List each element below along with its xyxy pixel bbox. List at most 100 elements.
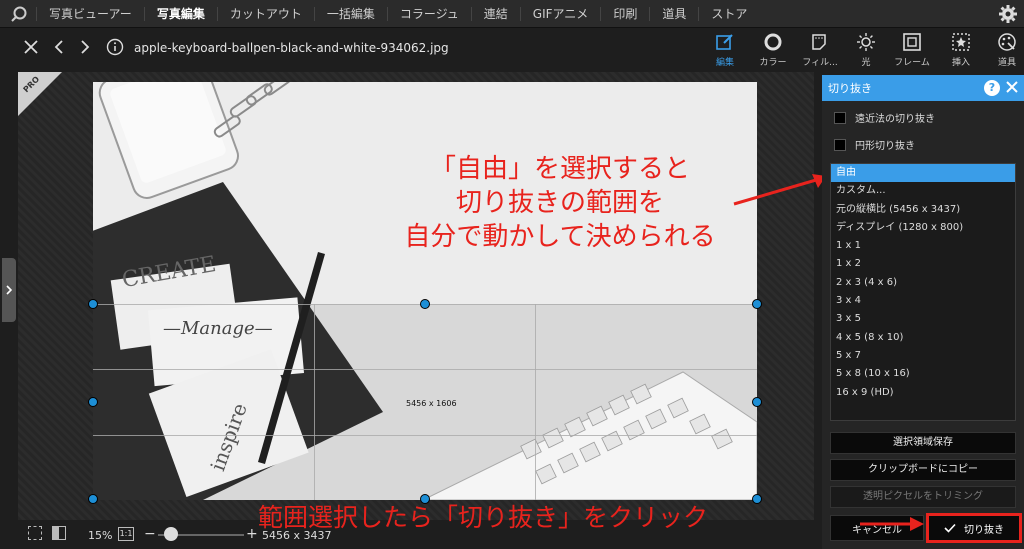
tool-color[interactable]: カラー — [750, 32, 796, 68]
ratio-5x8[interactable]: 5 x 8 (10 x 16) — [831, 365, 1015, 383]
crop-grid-line — [93, 435, 757, 436]
checkbox-box[interactable] — [834, 111, 846, 124]
crop-label: 切り抜き — [964, 524, 1004, 536]
sun-icon — [857, 33, 875, 51]
perspective-crop-checkbox[interactable]: 遠近法の切り抜き — [834, 110, 935, 125]
ratio-4x5[interactable]: 4 x 5 (8 x 10) — [831, 329, 1015, 347]
tool-light[interactable]: 光 — [843, 32, 889, 68]
top-menu-bar: 写真ビューアー 写真編集 カットアウト 一括編集 コラージュ 連結 GIFアニメ… — [0, 0, 1024, 28]
tool-edit-label: 編集 — [715, 58, 734, 68]
zoom-out-button[interactable]: − — [144, 526, 156, 542]
tool-tools[interactable]: 道具 — [984, 32, 1024, 68]
selection-icon[interactable] — [28, 526, 42, 540]
insert-icon — [952, 33, 970, 51]
prev-image-icon[interactable] — [48, 36, 70, 58]
tool-insert[interactable]: 挿入 — [938, 32, 984, 68]
menu-gif[interactable]: GIFアニメ — [519, 6, 601, 21]
menu-combine[interactable]: 連結 — [470, 6, 520, 21]
crop-handle-bottom-right[interactable] — [752, 494, 762, 504]
compare-icon[interactable] — [52, 526, 66, 540]
tool-filter[interactable]: フィル... — [797, 32, 843, 68]
save-selection-button[interactable]: 選択領域保存 — [830, 432, 1016, 454]
help-icon[interactable]: ? — [984, 80, 1000, 96]
edited-photo: CREATE —Manage— inspire — [93, 82, 757, 500]
crop-handle-left[interactable] — [88, 397, 98, 407]
annotation-bottom: 範囲選択したら「切り抜き」をクリック — [258, 503, 709, 532]
crop-grid-line — [535, 304, 536, 500]
tool-edit[interactable]: 編集 — [702, 32, 748, 68]
tool-frame-label: フレーム — [894, 58, 930, 68]
crop-handle-top-right[interactable] — [752, 299, 762, 309]
menu-cutout[interactable]: カットアウト — [216, 6, 314, 21]
color-icon — [764, 33, 782, 51]
crop-handle-top[interactable] — [420, 299, 430, 309]
close-icon[interactable] — [20, 36, 42, 58]
perspective-crop-label: 遠近法の切り抜き — [855, 114, 935, 125]
keyboard — [422, 371, 757, 500]
annotation-arrow-icon — [860, 517, 924, 531]
menu-tools[interactable]: 道具 — [649, 6, 698, 21]
crop-button[interactable]: 切り抜き — [926, 513, 1022, 543]
crop-size-label: 5456 x 1606 — [406, 399, 457, 408]
crop-handle-bottom-left[interactable] — [88, 494, 98, 504]
circle-crop-checkbox[interactable]: 円形切り抜き — [834, 137, 915, 152]
crop-panel-header: 切り抜き ? — [822, 75, 1024, 101]
circle-crop-label: 円形切り抜き — [855, 141, 915, 152]
trim-transparent-button[interactable]: 透明ピクセルをトリミング — [830, 486, 1016, 508]
expand-side-panel-button[interactable] — [2, 258, 16, 322]
annotation-line-3: 自分で動かして決められる — [404, 222, 716, 252]
ratio-5x7[interactable]: 5 x 7 — [831, 347, 1015, 365]
tool-filter-label: フィル... — [802, 58, 838, 68]
ratio-1x2[interactable]: 1 x 2 — [831, 255, 1015, 273]
menu-print[interactable]: 印刷 — [600, 6, 649, 21]
next-image-icon[interactable] — [74, 36, 96, 58]
ratio-1x1[interactable]: 1 x 1 — [831, 237, 1015, 255]
annotation-line-2: 切り抜きの範囲を — [455, 188, 664, 218]
ratio-free[interactable]: 自由 — [831, 164, 1015, 183]
palette-icon — [998, 33, 1016, 51]
tool-color-label: カラー — [759, 58, 787, 68]
copy-to-clipboard-button[interactable]: クリップボードにコピー — [830, 459, 1016, 481]
menu-photo-edit[interactable]: 写真編集 — [143, 6, 217, 21]
checkmark-icon — [944, 523, 956, 533]
svg-text:—Manage—: —Manage— — [163, 318, 273, 339]
menu-batch-edit[interactable]: 一括編集 — [313, 6, 387, 21]
ratio-3x5[interactable]: 3 x 5 — [831, 310, 1015, 328]
menu-store[interactable]: ストア — [698, 6, 759, 21]
ratio-3x4[interactable]: 3 x 4 — [831, 292, 1015, 310]
tool-insert-label: 挿入 — [951, 58, 970, 68]
crop-panel-title: 切り抜き — [828, 82, 872, 95]
chevron-right-icon — [6, 285, 13, 295]
zoom-in-button[interactable]: + — [246, 526, 258, 542]
checkbox-box[interactable] — [834, 138, 846, 151]
crop-grid-line — [314, 304, 315, 500]
pro-badge: PRO — [18, 72, 62, 116]
ratio-16x9[interactable]: 16 x 9 (HD) — [831, 384, 1015, 402]
photo-content: CREATE —Manage— inspire — [93, 82, 757, 500]
ratio-custom[interactable]: カスタム... — [831, 182, 1015, 200]
actual-size-button[interactable]: 1:1 — [118, 527, 134, 541]
file-name: apple-keyboard-ballpen-black-and-white-9… — [134, 41, 449, 55]
tool-tools-label: 道具 — [997, 58, 1016, 68]
edit-icon — [716, 34, 733, 50]
close-icon[interactable] — [1005, 80, 1019, 94]
crop-handle-right[interactable] — [752, 397, 762, 407]
zoom-slider-knob[interactable] — [164, 527, 178, 541]
menu-collage[interactable]: コラージュ — [386, 6, 471, 21]
tool-frame[interactable]: フレーム — [889, 32, 935, 68]
crop-grid-line — [93, 369, 757, 370]
aspect-ratio-list[interactable]: 自由 カスタム... 元の縦横比 (5456 x 3437) ディスプレイ (1… — [830, 163, 1016, 421]
filter-icon — [812, 34, 826, 50]
info-icon[interactable] — [104, 36, 126, 58]
crop-handle-top-left[interactable] — [88, 299, 98, 309]
app-logo-icon[interactable] — [6, 1, 32, 27]
ratio-display[interactable]: ディスプレイ (1280 x 800) — [831, 219, 1015, 237]
zoom-level: 15% — [88, 529, 113, 542]
gear-icon[interactable] — [998, 4, 1018, 24]
tool-light-label: 光 — [861, 58, 871, 68]
ratio-2x3[interactable]: 2 x 3 (4 x 6) — [831, 274, 1015, 292]
editor-toolbar: apple-keyboard-ballpen-black-and-white-9… — [0, 28, 1024, 70]
menu-photo-viewer[interactable]: 写真ビューアー — [36, 6, 144, 21]
annotation-line-1: 「自由」を選択すると — [429, 154, 690, 184]
ratio-original[interactable]: 元の縦横比 (5456 x 3437) — [831, 201, 1015, 219]
